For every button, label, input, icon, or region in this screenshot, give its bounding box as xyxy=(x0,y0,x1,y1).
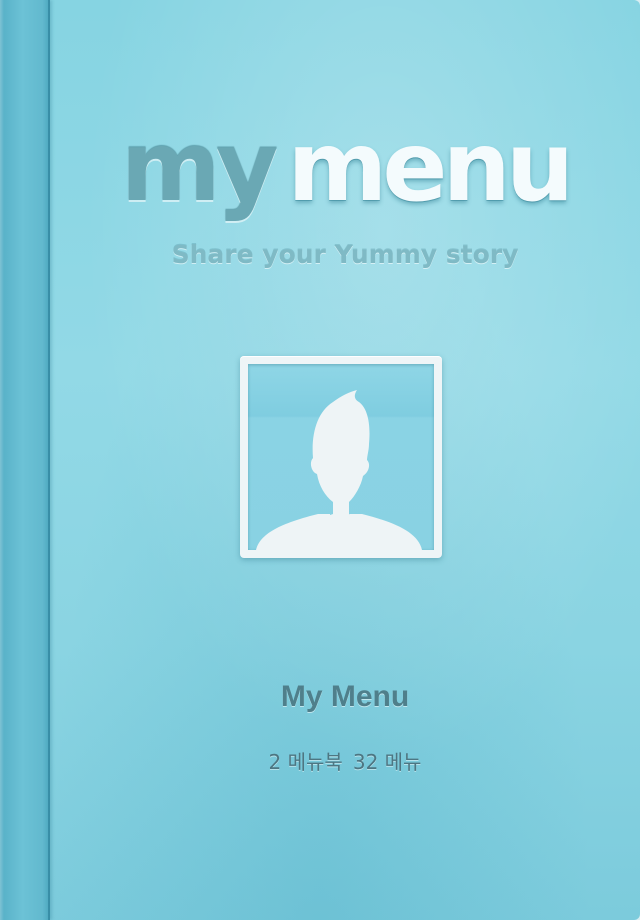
menubook-count: 2 메뉴북 xyxy=(268,750,343,774)
book-spine xyxy=(0,0,50,920)
menu-book-cover: my menu Share your Yummy story My Menu 2 … xyxy=(0,0,640,920)
person-silhouette-icon xyxy=(256,390,422,550)
app-logo: my menu xyxy=(50,112,640,222)
menu-count: 32 메뉴 xyxy=(352,750,422,774)
profile-stats: 2 메뉴북 32 메뉴 xyxy=(50,746,640,775)
profile-avatar[interactable] xyxy=(240,356,442,558)
spine-highlight xyxy=(0,0,4,920)
tagline: Share your Yummy story xyxy=(171,240,519,269)
profile-name: My Menu xyxy=(280,680,410,713)
avatar-image-area xyxy=(248,364,434,550)
logo-menu-text: menu xyxy=(287,111,574,223)
logo-my-text: my xyxy=(120,111,279,223)
